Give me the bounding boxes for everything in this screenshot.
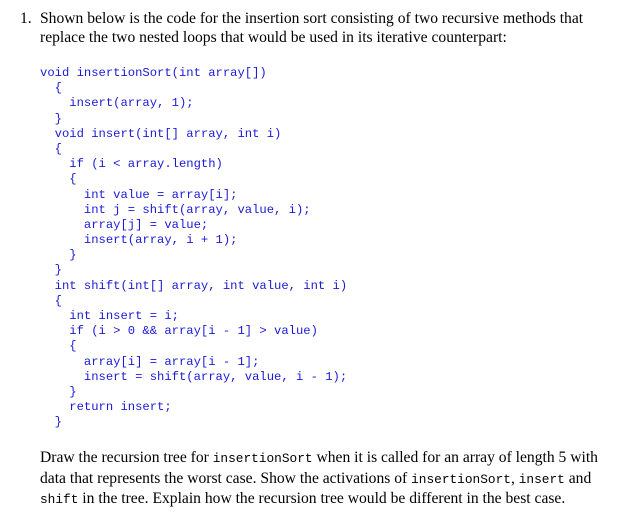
code-line: insert(array, i + 1); — [40, 233, 238, 248]
prompt-text: in the tree. Explain how the recursion t… — [78, 490, 566, 507]
question-number: 1. — [20, 10, 32, 27]
inline-code: insertionSort — [411, 471, 511, 487]
code-line: } — [40, 248, 77, 263]
code-line: void insert(int[] array, int i) — [40, 126, 282, 141]
task-prompt: Draw the recursion tree for insertionSor… — [40, 448, 625, 510]
code-line: int j = shift(array, value, i); — [40, 202, 311, 217]
code-listing: void insertionSort(int array[]) { insert… — [40, 66, 347, 431]
inline-code: insertionSort — [212, 451, 313, 466]
prompt-text: , — [510, 469, 519, 487]
code-line: int insert = i; — [40, 309, 179, 323]
code-line: insert = shift(array, value, i - 1); — [40, 369, 348, 384]
code-line: int value = array[i]; — [40, 187, 238, 202]
code-line: } — [40, 415, 62, 430]
code-line: { — [40, 293, 62, 308]
code-line: return insert; — [40, 400, 172, 415]
document-page: 1. Shown below is the code for the inser… — [0, 0, 628, 517]
question-intro: Shown below is the code for the insertio… — [40, 10, 584, 46]
code-line: array[j] = value; — [40, 217, 209, 232]
code-line: { — [40, 81, 62, 96]
inline-code: insert — [518, 471, 565, 487]
code-line: int shift(int[] array, int value, int i) — [40, 278, 348, 293]
code-line: { — [40, 339, 77, 354]
code-line: { — [40, 172, 77, 187]
code-line: if (i < array.length) — [40, 157, 223, 172]
inline-code: shift — [40, 492, 79, 507]
prompt-text: and — [564, 469, 592, 487]
prompt-text: Draw the recursion tree for — [40, 449, 213, 466]
code-line: } — [40, 111, 62, 126]
code-line: void insertionSort(int array[]) — [40, 66, 267, 80]
code-line: { — [40, 141, 62, 156]
code-line: array[i] = array[i - 1]; — [40, 354, 260, 369]
code-line: } — [40, 263, 62, 278]
code-line: } — [40, 384, 77, 399]
code-line: insert(array, 1); — [40, 96, 194, 111]
code-line: if (i > 0 && array[i - 1] > value) — [40, 324, 318, 339]
